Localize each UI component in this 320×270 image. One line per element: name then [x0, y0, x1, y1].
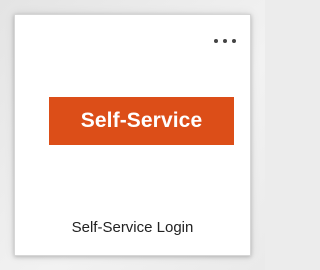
more-horizontal-icon	[232, 39, 236, 43]
app-logo: Self-Service	[49, 97, 234, 145]
app-tile[interactable]: Self-Service Self-Service Login	[14, 14, 251, 256]
page-background: Self-Service Self-Service Login	[0, 0, 265, 270]
more-options-button[interactable]	[208, 35, 242, 47]
more-horizontal-icon	[214, 39, 218, 43]
more-horizontal-icon	[223, 39, 227, 43]
app-logo-text: Self-Service	[80, 109, 203, 132]
app-tile-title[interactable]: Self-Service Login	[15, 219, 250, 236]
